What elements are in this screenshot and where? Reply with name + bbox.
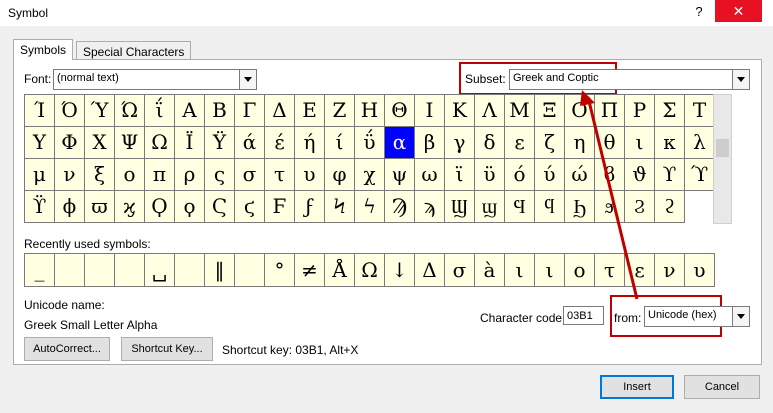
tab-symbols[interactable]: Symbols — [13, 39, 74, 60]
tab-symbols-label: Symbols — [20, 43, 67, 57]
annotation-arrow-icon — [580, 90, 639, 300]
